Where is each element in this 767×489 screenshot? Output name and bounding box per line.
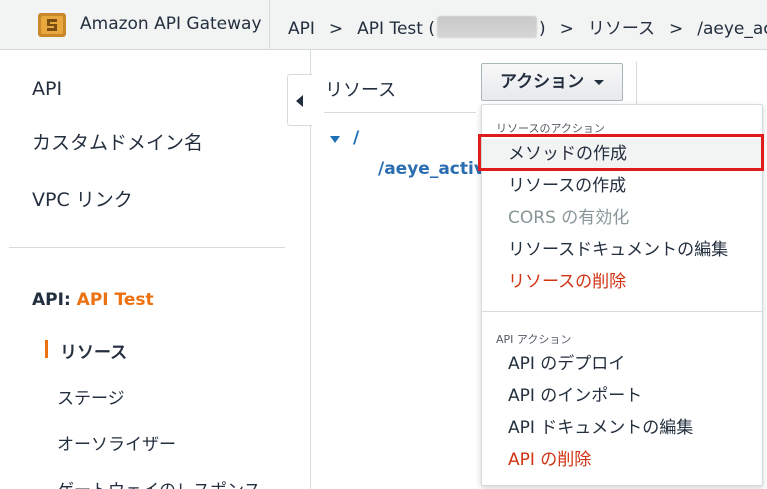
api-heading-name[interactable]: API Test bbox=[77, 290, 154, 310]
caret-down-icon bbox=[594, 80, 604, 85]
brand[interactable]: Amazon API Gateway bbox=[0, 0, 270, 50]
breadcrumb: API > API Test () > リソース > /aeye_ac bbox=[288, 14, 767, 39]
redacted-id bbox=[436, 16, 537, 38]
api-heading-label: API: bbox=[32, 290, 71, 310]
breadcrumb-separator: > bbox=[559, 19, 574, 39]
breadcrumb-api-test-close: ) bbox=[538, 19, 546, 39]
sidebar-item-vpc-links[interactable]: VPC リンク bbox=[32, 185, 133, 212]
highlight-box bbox=[478, 134, 764, 171]
breadcrumb-resources[interactable]: リソース bbox=[588, 14, 655, 39]
resources-title: リソース bbox=[325, 80, 397, 101]
breadcrumb-resource-path: /aeye_ac bbox=[697, 19, 767, 39]
menu-enable-cors[interactable]: CORS の有効化 bbox=[482, 203, 762, 233]
menu-import-api[interactable]: API のインポート bbox=[482, 381, 762, 411]
resource-root[interactable]: / bbox=[353, 128, 359, 148]
sidebar-item-custom-domains[interactable]: カスタムドメイン名 bbox=[32, 128, 203, 155]
resource-child[interactable]: /aeye_activ bbox=[378, 159, 482, 179]
menu-deploy-api[interactable]: API のデプロイ bbox=[482, 349, 762, 379]
api-actions-heading: API アクション bbox=[496, 333, 572, 346]
breadcrumb-separator: > bbox=[328, 19, 344, 39]
api-heading: API: API Test bbox=[32, 290, 154, 310]
resources-title-underline bbox=[324, 112, 476, 113]
top-header: Amazon API Gateway API > API Test () > リソース >… bbox=[0, 0, 767, 50]
breadcrumb-api-test[interactable]: API Test ( bbox=[357, 19, 435, 39]
actions-button-label: アクション bbox=[500, 72, 585, 92]
breadcrumb-separator: > bbox=[669, 19, 684, 39]
sidebar-divider bbox=[9, 247, 285, 248]
sidebar: API カスタムドメイン名 VPC リンク API: API Test リソース… bbox=[0, 50, 311, 489]
collapse-sidebar-button[interactable] bbox=[287, 74, 312, 126]
menu-create-resource[interactable]: リソースの作成 bbox=[482, 171, 762, 201]
actions-button[interactable]: アクション bbox=[481, 63, 623, 101]
expand-arrow-icon[interactable] bbox=[330, 136, 340, 143]
sidebar-item-api[interactable]: API bbox=[32, 78, 62, 100]
breadcrumb-api[interactable]: API bbox=[288, 19, 315, 39]
menu-edit-resource-docs[interactable]: リソースドキュメントの編集 bbox=[482, 235, 762, 265]
sidebar-item-stages[interactable]: ステージ bbox=[57, 384, 125, 409]
menu-separator bbox=[482, 311, 762, 312]
chevron-left-icon bbox=[296, 95, 303, 107]
sidebar-item-authorizers[interactable]: オーソライザー bbox=[57, 430, 176, 455]
menu-edit-api-docs[interactable]: API ドキュメントの編集 bbox=[482, 413, 762, 443]
active-indicator bbox=[45, 340, 48, 358]
api-gateway-logo-icon bbox=[38, 13, 66, 37]
sidebar-item-gateway-responses[interactable]: ゲートウェイのレスポンス bbox=[57, 476, 261, 489]
sidebar-item-resources[interactable]: リソース bbox=[60, 338, 127, 363]
brand-name: Amazon API Gateway bbox=[80, 14, 262, 34]
menu-delete-api[interactable]: API の削除 bbox=[482, 445, 762, 475]
menu-delete-resource[interactable]: リソースの削除 bbox=[482, 267, 762, 297]
